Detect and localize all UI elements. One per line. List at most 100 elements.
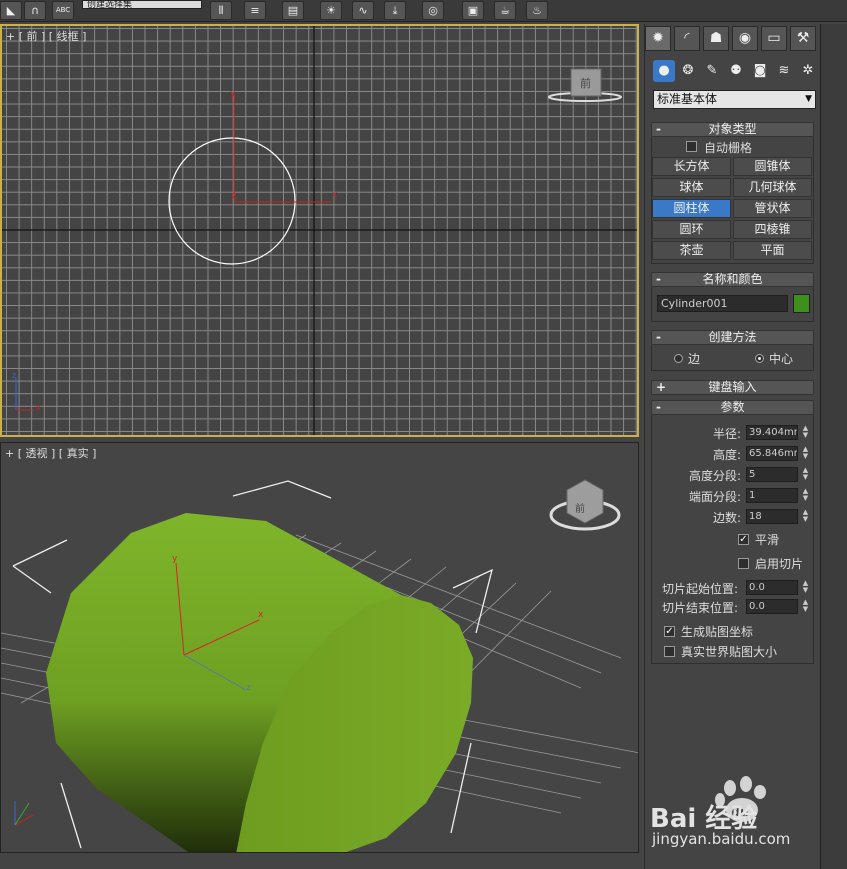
cameras-icon[interactable]: ⚉ (725, 60, 747, 82)
tube-button[interactable]: 管状体 (733, 199, 812, 218)
smooth-checkbox[interactable]: ✓ (738, 534, 749, 545)
height-segments-spinner-icon[interactable]: ▲ ▼ (801, 467, 810, 482)
box-button[interactable]: 长方体 (652, 157, 731, 176)
object-type-rollout-header[interactable]: - 对象类型 (651, 122, 814, 137)
persp-viewcube-face-label: 前 (575, 502, 585, 515)
slice-to-label: 切片结束位置: (662, 601, 739, 615)
persp-world-y (14, 802, 30, 826)
shapes-icon[interactable]: ❂ (677, 60, 699, 82)
space-warps-icon[interactable]: ≋ (773, 60, 795, 82)
autogrid-checkbox[interactable] (686, 141, 697, 152)
watermark-url: jingyan.baidu.com (652, 830, 791, 848)
baidu-jingyan-watermark: du Bai 经验 jingyan.baidu.com (648, 770, 818, 860)
parameters-rollout-header[interactable]: - 参数 (651, 400, 814, 415)
selection-set-dropdown[interactable]: 创建选择集 (82, 0, 202, 9)
abc-label: ABC (55, 6, 71, 14)
radius-field[interactable]: 39.404mm (746, 425, 798, 440)
front-viewport-label[interactable]: + [ 前 ] [ 线框 ] (6, 28, 86, 44)
spell-check-icon[interactable]: ABC (52, 1, 74, 20)
sphere-button[interactable]: 球体 (652, 178, 731, 197)
expand-icon: + (656, 380, 667, 394)
collapse-icon: - (656, 400, 661, 414)
smooth-label: 平滑 (755, 533, 780, 547)
perspective-viewport-label[interactable]: + [ 透视 ] [ 真实 ] (5, 445, 96, 461)
render-setup-icon[interactable]: ▣ (462, 1, 484, 20)
graphite-tools-icon[interactable]: ☀ (320, 1, 342, 20)
align-icon[interactable]: ≡ (244, 1, 266, 20)
edge-radio[interactable] (674, 354, 683, 363)
object-color-swatch[interactable] (793, 294, 810, 313)
slice-from-field[interactable]: 0.0 (746, 580, 798, 595)
slice-to-field[interactable]: 0.0 (746, 599, 798, 614)
hierarchy-tab-icon[interactable]: ☗ (703, 26, 729, 51)
mirror-icon[interactable]: ⫴ (210, 1, 232, 20)
slice-from-spinner-icon[interactable]: ▲ ▼ (801, 580, 810, 595)
perspective-viewport[interactable]: y x z 前 + [ 透视 ] [ 真实 ] (0, 442, 639, 853)
helpers-icon[interactable]: ◙ (749, 60, 771, 82)
curve-editor-icon[interactable]: ∿ (352, 1, 374, 20)
magnet-icon[interactable]: ∩ (24, 1, 46, 20)
slice-on-checkbox[interactable] (738, 558, 749, 569)
radius-spinner-icon[interactable]: ▲ ▼ (801, 425, 810, 440)
height-field[interactable]: 65.846mm (746, 446, 798, 461)
object-name-field[interactable]: Cylinder001 (657, 295, 788, 312)
world-axis-x-label: x (36, 403, 41, 412)
primitive-category-dropdown[interactable]: 标准基本体 ▼ (653, 90, 816, 109)
lights-icon[interactable]: ✎ (701, 60, 723, 82)
command-panel-scrollbar[interactable] (820, 24, 847, 869)
render-production-icon[interactable]: ♨ (526, 1, 548, 20)
slice-to-spinner-icon[interactable]: ▲ ▼ (801, 599, 810, 614)
creation-method-rollout-body: 边 中心 (651, 345, 814, 371)
rendered-frame-icon[interactable]: ☕ (494, 1, 516, 20)
geosphere-button[interactable]: 几何球体 (733, 178, 812, 197)
pyramid-button[interactable]: 四棱锥 (733, 220, 812, 239)
slice-from-label: 切片起始位置: (662, 582, 739, 596)
cone-button[interactable]: 圆锥体 (733, 157, 812, 176)
world-axis-z-label: z (12, 371, 16, 380)
material-editor-icon[interactable]: ◎ (422, 1, 444, 20)
name-color-rollout-header[interactable]: - 名称和颜色 (651, 272, 814, 287)
persp-gizmo-y-label: y (172, 554, 178, 564)
sides-spinner-icon[interactable]: ▲ ▼ (801, 509, 810, 524)
creation-method-rollout-header[interactable]: - 创建方法 (651, 330, 814, 345)
real-world-map-checkbox[interactable] (664, 646, 675, 657)
select-filter-icon[interactable]: ◣ (0, 1, 22, 20)
real-world-map-label: 真实世界贴图大小 (681, 645, 778, 659)
cap-segments-field[interactable]: 1 (746, 488, 798, 503)
center-radio[interactable] (755, 354, 764, 363)
name-color-title: 名称和颜色 (702, 272, 763, 286)
creation-method-title: 创建方法 (708, 330, 757, 344)
main-toolbar: ◣ ∩ ABC 创建选择集 ⫴ ≡ ▤ ☀ ∿ ⤓ ◎ ▣ ☕ ♨ (0, 0, 847, 22)
height-spinner-icon[interactable]: ▲ ▼ (801, 446, 810, 461)
sides-field[interactable]: 18 (746, 509, 798, 524)
cap-segments-spinner-icon[interactable]: ▲ ▼ (801, 488, 810, 503)
layer-manager-icon[interactable]: ▤ (282, 1, 304, 20)
generate-mapping-label: 生成贴图坐标 (681, 625, 754, 639)
front-viewport[interactable]: y x z z x 前 + [ 前 ] [ 线框 ] (0, 24, 639, 437)
plane-button[interactable]: 平面 (733, 241, 812, 260)
torus-button[interactable]: 圆环 (652, 220, 731, 239)
display-tab-icon[interactable]: ▭ (761, 26, 787, 51)
keyboard-entry-rollout-header[interactable]: + 键盘输入 (651, 380, 814, 395)
slice-on-label: 启用切片 (755, 557, 804, 571)
schematic-view-icon[interactable]: ⤓ (384, 1, 406, 20)
height-segments-field[interactable]: 5 (746, 467, 798, 482)
keyboard-entry-title: 键盘输入 (708, 380, 757, 394)
persp-viewcube-box (566, 479, 604, 524)
cylinder-button[interactable]: 圆柱体 (652, 199, 731, 218)
teapot-button[interactable]: 茶壶 (652, 241, 731, 260)
utilities-tab-icon[interactable]: ⚒ (790, 26, 816, 51)
collapse-icon: - (656, 122, 661, 136)
systems-icon[interactable]: ✲ (797, 60, 819, 82)
gizmo-z-label: z (232, 191, 237, 201)
generate-mapping-checkbox[interactable]: ✓ (664, 626, 675, 637)
geometry-icon[interactable]: ● (653, 60, 675, 82)
persp-gizmo-x-label: x (258, 610, 264, 620)
radius-label: 半径: (712, 427, 741, 441)
edge-radio-label: 边 (688, 352, 701, 366)
viewcube-face-label: 前 (580, 76, 591, 90)
create-tab-icon[interactable]: ✹ (645, 26, 671, 51)
modify-tab-icon[interactable]: ◜ (674, 26, 700, 51)
height-label: 高度: (712, 448, 741, 462)
motion-tab-icon[interactable]: ◉ (732, 26, 758, 51)
